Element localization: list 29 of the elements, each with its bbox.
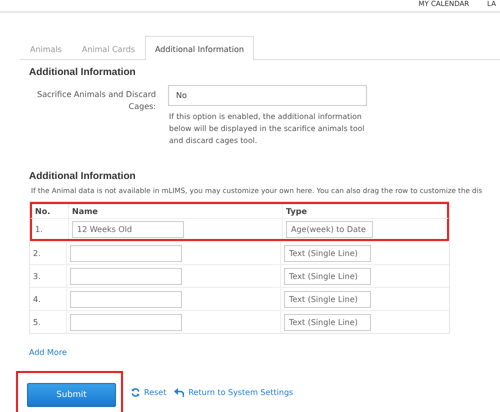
type-select[interactable]: Text (Single Line) [284, 314, 371, 330]
add-more-link[interactable]: Add More [29, 348, 67, 357]
select-field[interactable]: No [168, 85, 367, 106]
column-header: Name [68, 204, 282, 218]
name-input[interactable] [70, 290, 182, 308]
row-number: 2. [33, 248, 41, 258]
return-arrow-icon [174, 388, 184, 397]
refresh-icon [131, 388, 140, 397]
tab[interactable]: Additional Information [144, 36, 254, 60]
name-input[interactable] [70, 314, 182, 330]
type-select[interactable]: Age(week) to Date [286, 220, 373, 238]
section-title: Additional Information [29, 67, 137, 78]
submit-button[interactable]: Submit [27, 383, 116, 407]
reset-link[interactable]: Reset [131, 388, 166, 397]
row-number: 5. [33, 318, 41, 326]
type-select[interactable]: Text (Single Line) [284, 268, 371, 284]
field-label: Sacrifice Animals and Discard Cages: [36, 89, 156, 113]
type-select[interactable]: Text (Single Line) [284, 290, 371, 308]
name-input[interactable]: 12 Weeks Old [72, 220, 184, 238]
type-select[interactable]: Text (Single Line) [284, 244, 371, 262]
column-header: No. [34, 206, 52, 218]
section-title: Additional Information [29, 171, 137, 182]
column-header: Type [282, 204, 447, 218]
row-number: 1. [35, 224, 43, 234]
name-input[interactable] [70, 268, 182, 284]
row-number: 3. [33, 272, 41, 280]
return-link[interactable]: Return to System Settings [174, 388, 294, 397]
name-input[interactable] [70, 244, 182, 262]
row-number: 4. [33, 294, 41, 304]
